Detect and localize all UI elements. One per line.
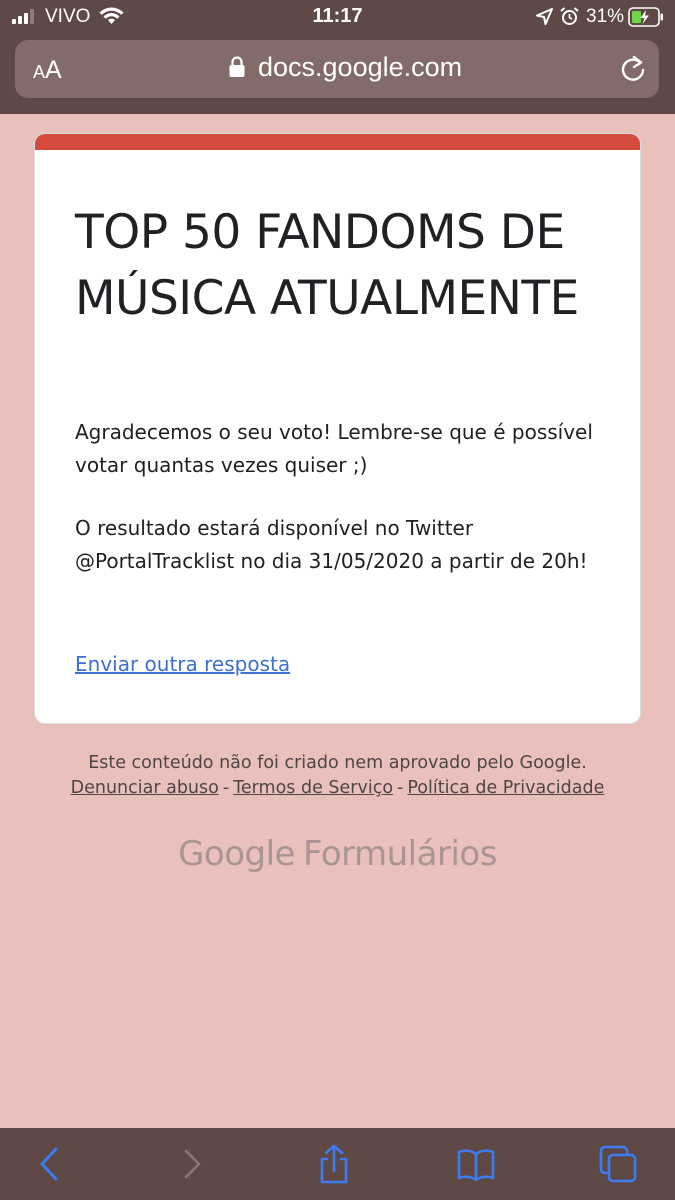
- confirmation-message: Agradecemos o seu voto! Lembre-se que é …: [75, 420, 593, 477]
- back-icon[interactable]: [30, 1144, 70, 1184]
- form-title: TOP 50 FANDOMS DE MÚSICA ATUALMENTE: [75, 205, 579, 326]
- report-abuse-link[interactable]: Denunciar abuso: [71, 778, 219, 798]
- lock-icon: [229, 56, 245, 77]
- text-size-button[interactable]: AA: [33, 56, 62, 85]
- safari-toolbar: [0, 1128, 675, 1200]
- location-arrow-icon: [536, 8, 553, 25]
- reload-icon[interactable]: [618, 53, 648, 85]
- forward-icon[interactable]: [172, 1144, 212, 1184]
- alarm-clock-icon: [560, 7, 579, 25]
- brand-google: Google: [178, 834, 295, 874]
- bookmarks-icon[interactable]: [456, 1144, 496, 1184]
- footer-links: Denunciar abuso - Termos de Serviço - Políti…: [0, 778, 675, 798]
- privacy-policy-link[interactable]: Política de Privacidade: [407, 778, 604, 798]
- footer-separator: -: [397, 778, 404, 798]
- status-bar: VIVO 11:17 31%: [0, 0, 675, 36]
- google-disclaimer: Este conteúdo não foi criado nem aprovad…: [88, 753, 587, 773]
- battery-charging-icon: [628, 7, 663, 27]
- terms-of-service-link[interactable]: Termos de Serviço: [233, 778, 393, 798]
- form-response-card: TOP 50 FANDOMS DE MÚSICA ATUALMENTE Agra…: [34, 133, 641, 724]
- brand-product: Formulários: [302, 834, 497, 874]
- submit-another-response-link[interactable]: Enviar outra resposta: [75, 652, 290, 676]
- result-announcement: O resultado estará disponível no Twitter…: [75, 516, 588, 573]
- address-bar[interactable]: AA docs.google.com: [15, 40, 659, 98]
- google-forms-logo[interactable]: Google Formulários: [0, 834, 675, 874]
- footer-separator: -: [222, 778, 230, 798]
- tabs-icon[interactable]: [598, 1144, 638, 1184]
- battery-percent: 31%: [586, 6, 625, 27]
- url-text[interactable]: docs.google.com: [258, 52, 462, 83]
- card-accent-bar: [35, 134, 640, 150]
- share-icon[interactable]: [314, 1144, 354, 1184]
- text-size-small-a: A: [33, 62, 46, 82]
- browser-chrome: VIVO 11:17 31% AA docs.google.com: [0, 0, 675, 114]
- text-size-large-a: A: [45, 56, 62, 84]
